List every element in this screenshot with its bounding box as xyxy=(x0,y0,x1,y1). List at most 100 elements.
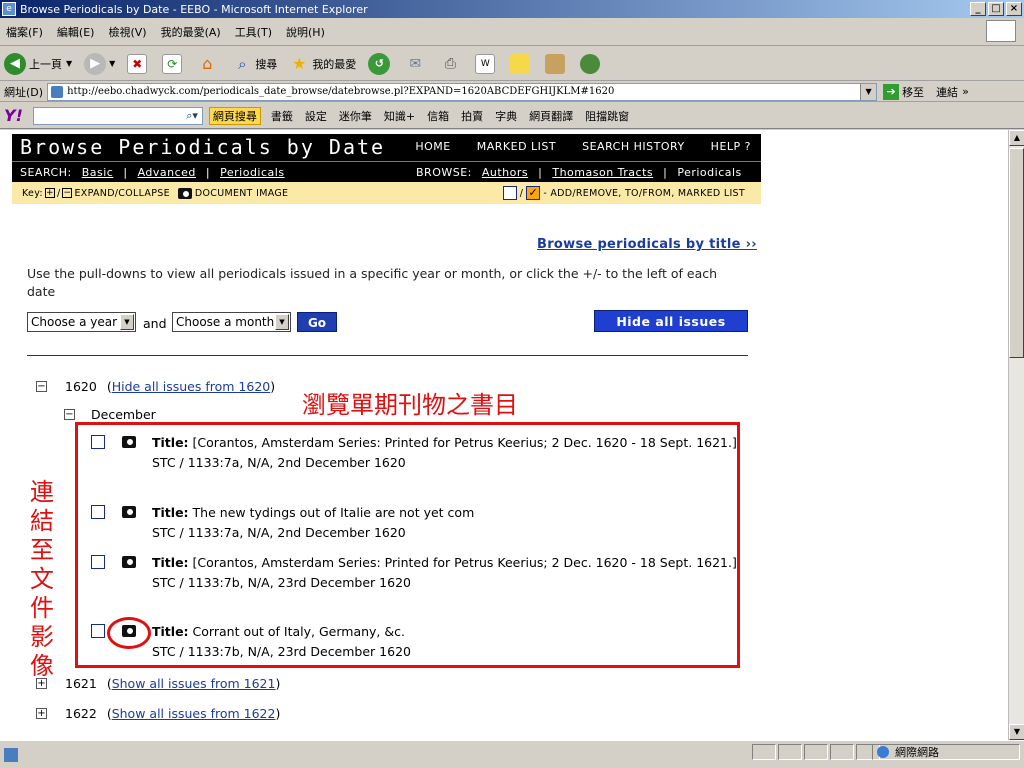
address-label: 網址(D) xyxy=(4,85,44,99)
yahoo-knowledge[interactable]: 知識+ xyxy=(384,108,415,124)
month-select[interactable]: Choose a month ▼ xyxy=(172,312,291,332)
double-chevron-icon[interactable]: » xyxy=(962,85,969,98)
back-button[interactable]: ◀ 上一頁 ▼ xyxy=(4,52,72,75)
show-1622-link[interactable]: Show all issues from 1622 xyxy=(112,706,276,721)
nav-marked-list[interactable]: MARKED LIST xyxy=(477,140,556,153)
home-icon[interactable]: ⌂ xyxy=(197,54,217,74)
checkbox-empty-icon xyxy=(502,186,517,200)
folder-icon[interactable] xyxy=(510,53,531,74)
search-periodicals-link[interactable]: Periodicals xyxy=(220,166,284,179)
security-zone: 網際網路 xyxy=(872,744,1020,760)
vertical-scrollbar[interactable]: ▲ ▼ xyxy=(1008,130,1024,740)
mark-checkbox[interactable] xyxy=(91,555,105,569)
window-title: Browse Periodicals by Date - EEBO - Micr… xyxy=(20,2,368,16)
hide-1620-link[interactable]: Hide all issues from 1620 xyxy=(112,379,271,394)
refresh-icon[interactable]: ⟳ xyxy=(162,53,183,74)
maximize-button[interactable]: □ xyxy=(988,2,1004,16)
menu-favorites[interactable]: 我的最愛(A) xyxy=(161,24,221,40)
forward-button[interactable]: ▶ ▼ xyxy=(84,52,115,75)
show-1621-link[interactable]: Show all issues from 1621 xyxy=(112,676,276,691)
menu-help[interactable]: 說明(H) xyxy=(286,24,325,40)
menu-file[interactable]: 檔案(F) xyxy=(6,24,43,40)
chevron-down-icon: ▼ xyxy=(275,314,289,330)
yahoo-logo-icon[interactable]: Y! xyxy=(4,106,23,125)
collapse-icon[interactable]: − xyxy=(36,381,47,392)
expand-icon[interactable]: + xyxy=(36,708,47,719)
chevron-down-icon: ▼ xyxy=(120,314,134,330)
camera-icon[interactable] xyxy=(122,436,136,448)
instructions: Use the pull-downs to view all periodica… xyxy=(27,266,718,299)
chevron-down-icon[interactable]: ▼ xyxy=(860,83,877,100)
yahoo-bookmarks[interactable]: 書籤 xyxy=(271,108,293,124)
mark-checkbox[interactable] xyxy=(91,435,105,449)
globe-icon xyxy=(877,746,889,758)
search-advanced-link[interactable]: Advanced xyxy=(138,166,196,179)
favorites-button[interactable]: ★ 我的最愛 xyxy=(289,54,356,74)
toolbar: ◀ 上一頁 ▼ ▶ ▼ ✖ ⟳ ⌂ ⌕ 搜尋 ★ 我的最愛 ↺ ✉ ⎙ W xyxy=(0,47,1024,81)
yahoo-minipen[interactable]: 迷你筆 xyxy=(339,108,372,124)
annotation-side: 連結至文件影像 xyxy=(30,478,54,680)
minimize-button[interactable]: _ xyxy=(970,2,986,16)
print-icon[interactable]: ⎙ xyxy=(440,54,460,74)
go-button[interactable]: ➔ 移至 xyxy=(883,83,924,100)
magnifier-icon: ⌕ xyxy=(238,54,247,73)
nav-help[interactable]: HELP ? xyxy=(711,140,751,153)
windows-logo-icon xyxy=(986,20,1016,42)
menu-view[interactable]: 檢視(V) xyxy=(108,24,146,40)
yahoo-search-button[interactable]: 網頁搜尋 xyxy=(208,106,261,125)
address-input[interactable]: http://eebo.chadwyck.com/periodicals_dat… xyxy=(47,82,878,101)
browse-authors-link[interactable]: Authors xyxy=(482,166,528,179)
yahoo-dictionary[interactable]: 字典 xyxy=(495,108,517,124)
mark-checkbox[interactable] xyxy=(91,505,105,519)
research-icon[interactable] xyxy=(545,53,566,74)
menu-edit[interactable]: 編輯(E) xyxy=(57,24,95,40)
stop-icon[interactable]: ✖ xyxy=(127,53,148,74)
hide-all-issues-button[interactable]: Hide all issues xyxy=(594,310,748,332)
back-arrow-icon: ◀ xyxy=(4,52,26,75)
yahoo-settings[interactable]: 設定 xyxy=(305,108,327,124)
ie-icon: e xyxy=(2,2,16,16)
go-arrow-icon: ➔ xyxy=(883,83,900,100)
go-button[interactable]: Go xyxy=(297,312,337,332)
camera-icon xyxy=(177,187,192,199)
scroll-down-icon[interactable]: ▼ xyxy=(1009,724,1024,740)
month-december-row: − December xyxy=(64,407,156,422)
scroll-up-icon[interactable]: ▲ xyxy=(1009,130,1024,146)
close-button[interactable]: × xyxy=(1006,2,1022,16)
messenger-icon[interactable] xyxy=(580,53,601,74)
yahoo-popup-blocker[interactable]: 阻擋跳窗 xyxy=(585,108,629,124)
nav-home[interactable]: HOME xyxy=(415,140,450,153)
page-title: Browse Periodicals by Date xyxy=(20,135,386,159)
mark-checkbox[interactable] xyxy=(91,624,105,638)
yahoo-search-input[interactable]: ⌕▾ xyxy=(32,106,203,125)
chevron-down-icon[interactable]: ▼ xyxy=(66,59,72,68)
divider xyxy=(27,355,748,356)
year-1622-row: + 1622 (Show all issues from 1622) xyxy=(36,706,281,721)
yahoo-auction[interactable]: 拍賣 xyxy=(461,108,483,124)
history-icon[interactable]: ↺ xyxy=(368,52,391,75)
camera-icon[interactable] xyxy=(122,506,136,518)
search-button[interactable]: ⌕ 搜尋 xyxy=(232,54,277,74)
yahoo-mail[interactable]: 信箱 xyxy=(427,108,449,124)
collapse-icon[interactable]: − xyxy=(64,409,75,420)
yahoo-translate[interactable]: 網頁翻譯 xyxy=(529,108,573,124)
annotation-heading: 瀏覽單期刊物之書目 xyxy=(302,391,518,419)
checkbox-checked-icon: ✓ xyxy=(526,186,541,200)
year-1621-row: + 1621 (Show all issues from 1621) xyxy=(36,676,281,691)
camera-icon[interactable] xyxy=(122,556,136,568)
address-url: http://eebo.chadwyck.com/periodicals_dat… xyxy=(67,86,615,97)
nav-search-history[interactable]: SEARCH HISTORY xyxy=(582,140,685,153)
search-basic-link[interactable]: Basic xyxy=(82,166,114,179)
browse-periodicals-link[interactable]: Periodicals xyxy=(677,166,741,179)
links-button[interactable]: 連結 xyxy=(936,84,958,100)
highlight-circle xyxy=(107,617,151,649)
chevron-down-icon[interactable]: ▼ xyxy=(109,59,115,68)
eebo-header: Browse Periodicals by Date HOME MARKED L… xyxy=(12,134,761,182)
scroll-thumb[interactable] xyxy=(1009,148,1024,358)
mail-icon[interactable]: ✉ xyxy=(405,54,425,74)
browse-thomason-link[interactable]: Thomason Tracts xyxy=(552,166,653,179)
browse-by-title-link[interactable]: Browse periodicals by title ›› xyxy=(537,237,757,252)
edit-icon[interactable]: W xyxy=(475,53,496,74)
menu-tools[interactable]: 工具(T) xyxy=(235,24,272,40)
year-select[interactable]: Choose a year ▼ xyxy=(27,312,136,332)
